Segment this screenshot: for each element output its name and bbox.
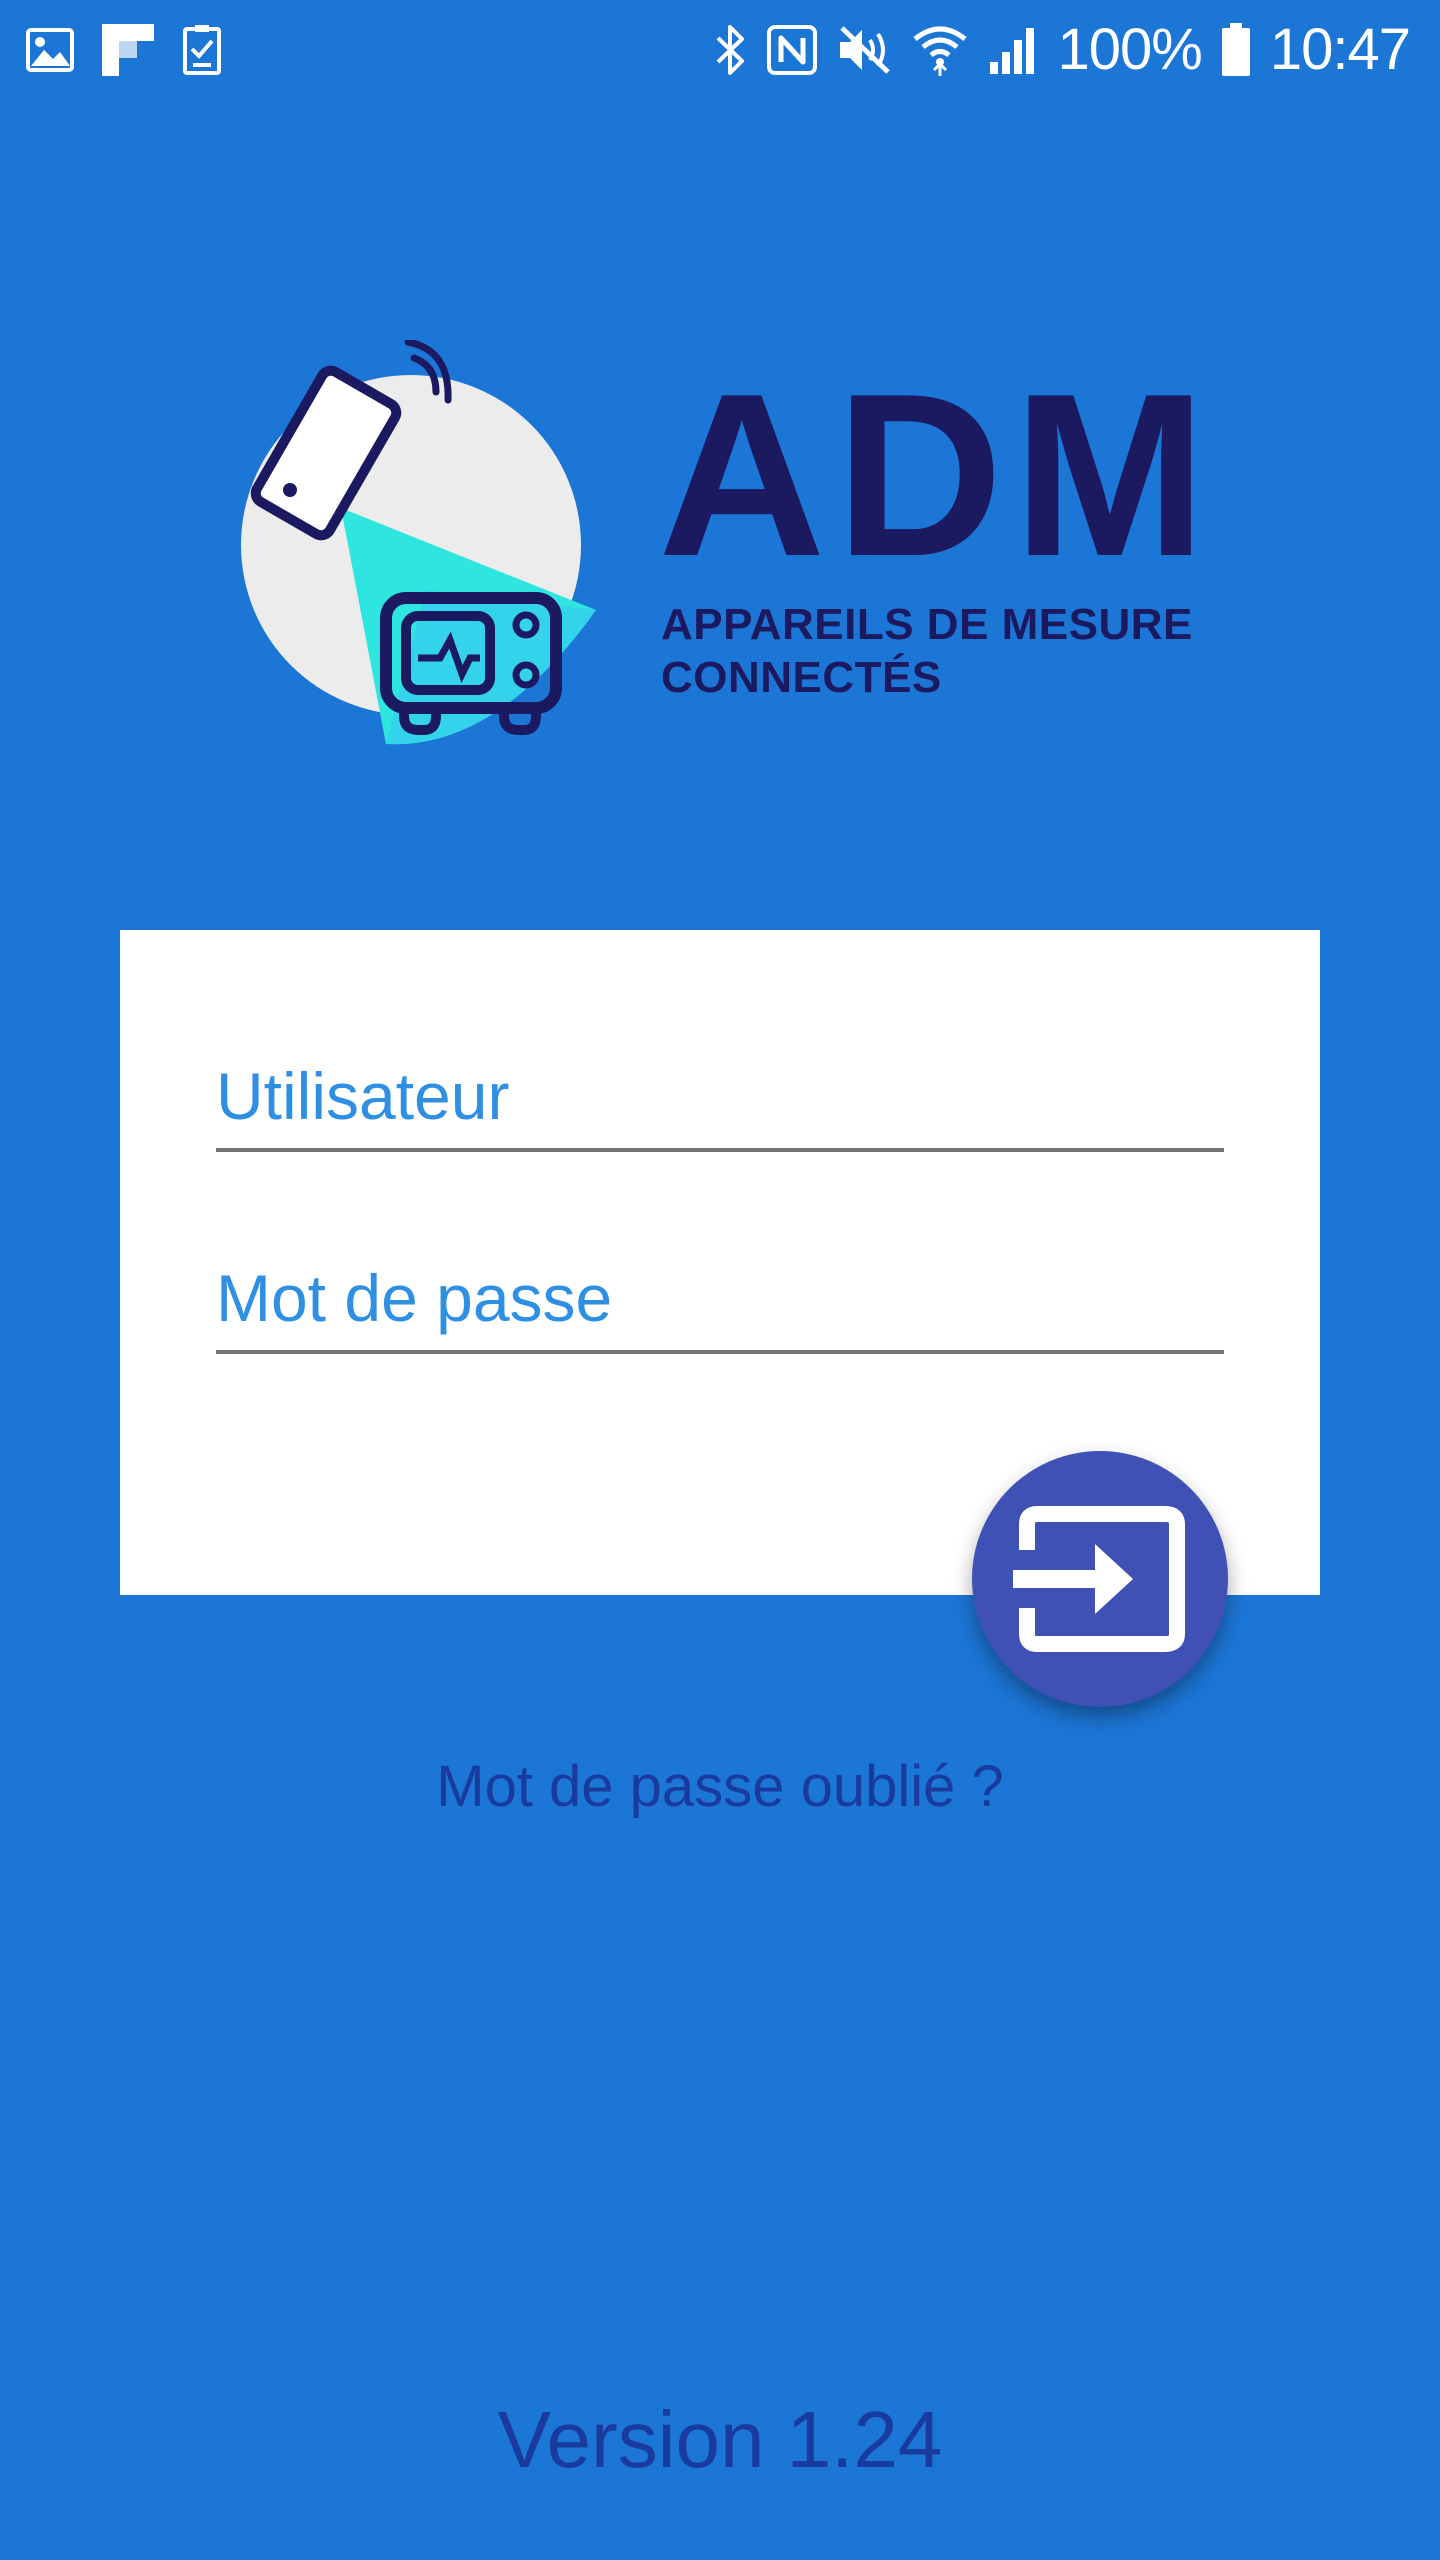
tagline-line-1: APPAREILS DE MESURE xyxy=(661,600,1193,649)
gallery-icon xyxy=(26,28,74,72)
password-field-wrapper xyxy=(216,1260,1224,1354)
signal-icon xyxy=(986,24,1040,76)
login-button[interactable] xyxy=(972,1451,1228,1707)
forgot-password-link[interactable]: Mot de passe oublié ? xyxy=(0,1752,1440,1822)
version-label: Version 1.24 xyxy=(497,2395,943,2484)
clipboard-check-icon xyxy=(182,23,222,77)
tagline-line-2: CONNECTÉS xyxy=(661,653,942,702)
status-right-icons: 100% 10:47 xyxy=(714,14,1411,86)
status-left-icons xyxy=(26,22,222,78)
status-bar: 100% 10:47 xyxy=(0,0,1440,100)
login-icon xyxy=(1013,1506,1185,1652)
wifi-icon xyxy=(912,23,968,77)
status-time: 10:47 xyxy=(1269,17,1411,82)
brand-tagline: APPAREILS DE MESURE CONNECTÉS xyxy=(661,598,1193,704)
nfc-icon xyxy=(766,24,818,76)
mute-icon xyxy=(836,24,894,76)
username-field-wrapper xyxy=(216,1058,1224,1152)
battery-percent: 100% xyxy=(1057,17,1203,82)
brand-name: ADM xyxy=(658,346,1217,605)
username-input[interactable] xyxy=(216,1058,1224,1134)
app-logo: ADM APPAREILS DE MESURE CONNECTÉS xyxy=(236,340,1206,760)
logo-illustration xyxy=(241,340,596,745)
battery-icon xyxy=(1220,22,1252,78)
bluetooth-icon xyxy=(714,23,748,77)
flipboard-icon xyxy=(100,22,156,78)
password-input[interactable] xyxy=(216,1260,1224,1336)
